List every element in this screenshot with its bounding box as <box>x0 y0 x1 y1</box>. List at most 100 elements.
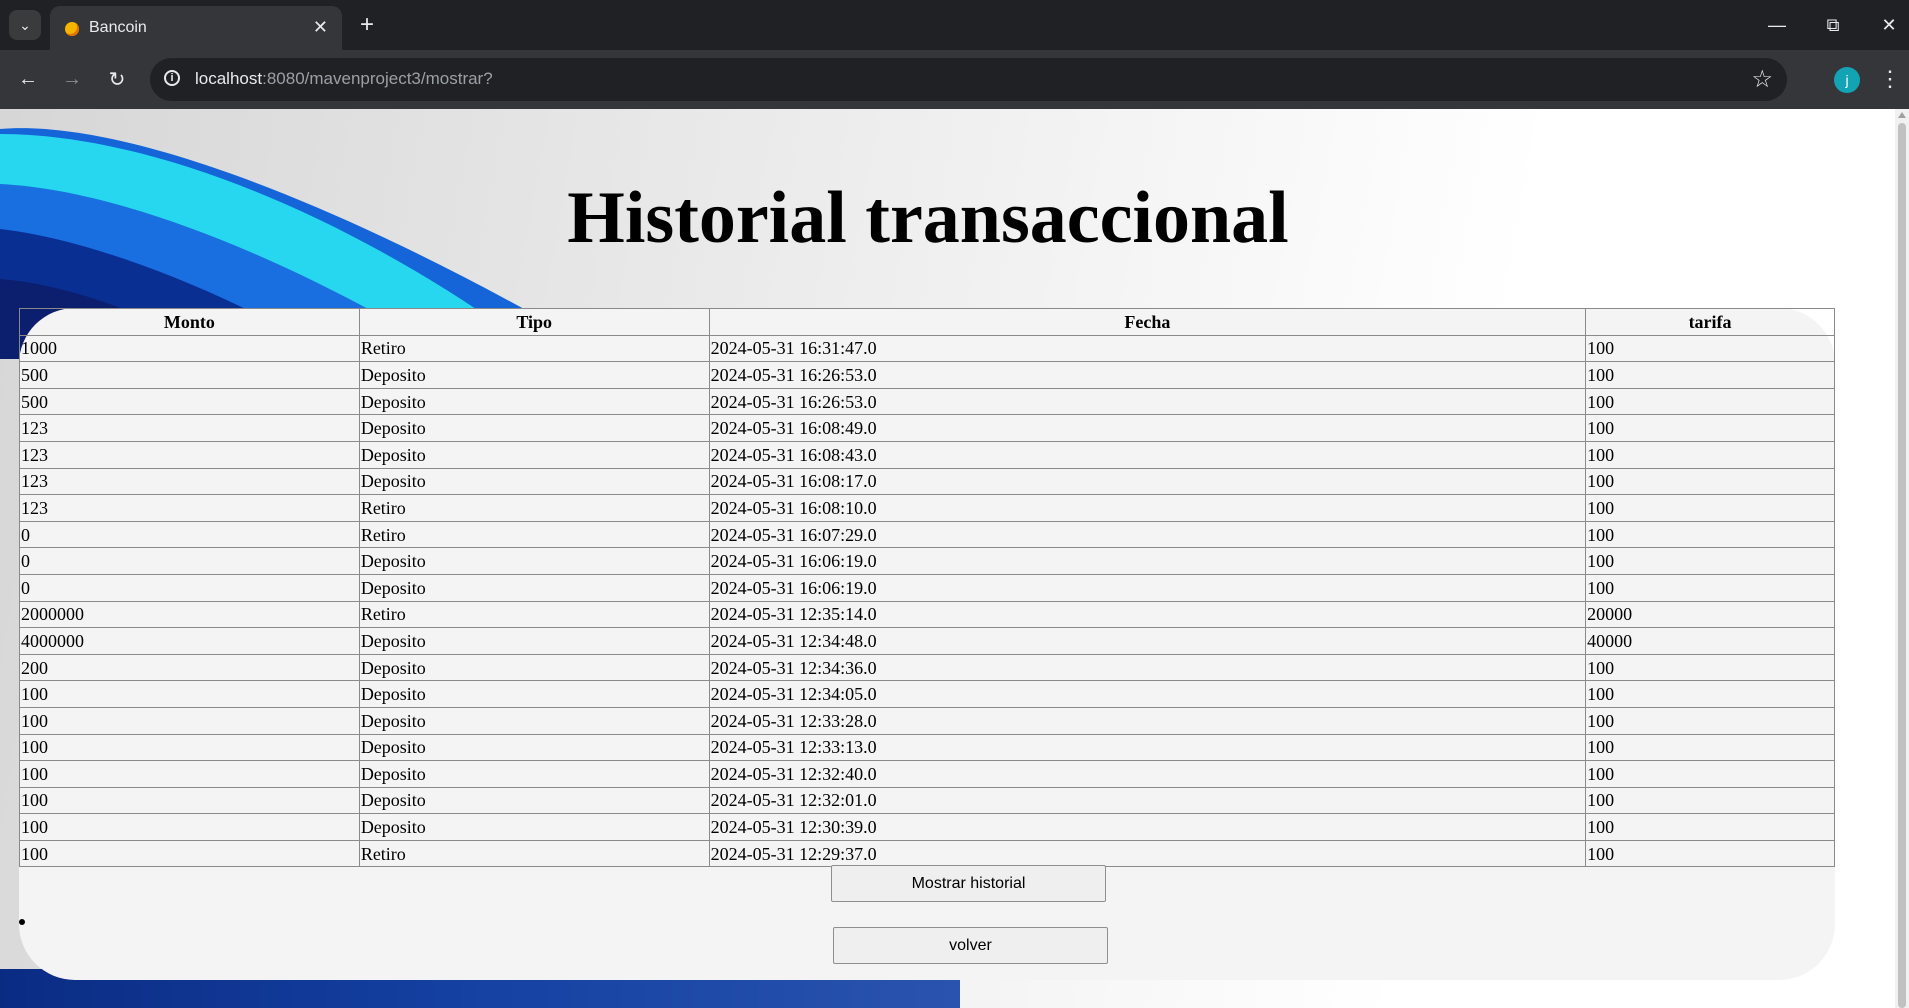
column-header-monto: Monto <box>19 308 360 336</box>
cell-tarifa: 100 <box>1585 653 1835 682</box>
cell-tarifa: 100 <box>1585 786 1835 815</box>
cell-tipo: Deposito <box>358 733 710 762</box>
cell-fecha: 2024-05-31 12:34:48.0 <box>708 627 1587 655</box>
scroll-up-arrow-icon[interactable] <box>1898 112 1906 118</box>
cell-fecha: 2024-05-31 16:31:47.0 <box>708 334 1587 363</box>
column-header-tipo: Tipo <box>358 308 710 336</box>
cell-monto: 4000000 <box>19 627 360 655</box>
cell-fecha: 2024-05-31 12:34:36.0 <box>708 653 1587 682</box>
cell-fecha: 2024-05-31 12:33:13.0 <box>708 733 1587 762</box>
url-text[interactable]: localhost:8080/mavenproject3/mostrar? <box>195 69 493 89</box>
cell-fecha: 2024-05-31 16:06:19.0 <box>708 573 1587 602</box>
cell-monto: 100 <box>19 839 360 868</box>
cell-tarifa: 20000 <box>1585 600 1835 629</box>
table-row: 100 Deposito 2024-05-31 12:34:05.0 100 <box>19 680 1835 708</box>
cell-tipo: Deposito <box>358 387 710 416</box>
table-row: 100 Deposito 2024-05-31 12:32:40.0 100 <box>19 760 1835 788</box>
site-info-icon[interactable]: i <box>164 70 180 86</box>
cell-monto: 123 <box>19 467 360 496</box>
cell-tipo: Deposito <box>358 361 710 389</box>
cell-fecha: 2024-05-31 16:08:17.0 <box>708 467 1587 496</box>
restore-window-icon[interactable]: ⧉ <box>1813 10 1853 40</box>
list-bullet <box>19 919 25 925</box>
page-viewport: Historial transaccional Monto Tipo Fecha… <box>0 109 1909 1008</box>
cell-tarifa: 100 <box>1585 706 1835 735</box>
cell-tarifa: 100 <box>1585 839 1835 868</box>
new-tab-plus-icon[interactable]: + <box>352 10 382 40</box>
cell-fecha: 2024-05-31 16:26:53.0 <box>708 361 1587 389</box>
coin-favicon-icon <box>65 22 79 36</box>
cell-tarifa: 40000 <box>1585 627 1835 655</box>
cell-monto: 100 <box>19 813 360 841</box>
cell-tipo: Deposito <box>358 547 710 575</box>
cell-fecha: 2024-05-31 12:29:37.0 <box>708 839 1587 868</box>
cell-monto: 1000 <box>19 334 360 363</box>
cell-fecha: 2024-05-31 16:26:53.0 <box>708 387 1587 416</box>
cell-fecha: 2024-05-31 16:08:43.0 <box>708 440 1587 469</box>
tab-close-icon[interactable]: ✕ <box>313 17 328 38</box>
cell-monto: 500 <box>19 361 360 389</box>
cell-tipo: Deposito <box>358 760 710 788</box>
table-row: 0 Deposito 2024-05-31 16:06:19.0 100 <box>19 573 1835 602</box>
page-title: Historial transaccional <box>567 177 1289 259</box>
cell-monto: 123 <box>19 414 360 442</box>
close-window-icon[interactable]: ✕ <box>1869 10 1909 40</box>
table-row: 123 Deposito 2024-05-31 16:08:49.0 100 <box>19 414 1835 442</box>
cell-tipo: Deposito <box>358 414 710 442</box>
table-row: 123 Deposito 2024-05-31 16:08:43.0 100 <box>19 440 1835 469</box>
cell-tarifa: 100 <box>1585 494 1835 522</box>
table-row: 100 Deposito 2024-05-31 12:32:01.0 100 <box>19 786 1835 815</box>
browser-menu-icon[interactable]: ⋮ <box>1879 64 1901 94</box>
cell-tipo: Deposito <box>358 813 710 841</box>
cell-monto: 100 <box>19 760 360 788</box>
browser-tab-bar: ⌄ Bancoin ✕ + — ⧉ ✕ <box>0 0 1909 50</box>
scrollbar-thumb[interactable] <box>1898 123 1906 1008</box>
show-history-button[interactable]: Mostrar historial <box>831 865 1106 902</box>
forward-arrow-icon[interactable]: → <box>57 64 87 94</box>
table-row: 0 Deposito 2024-05-31 16:06:19.0 100 <box>19 547 1835 575</box>
address-bar[interactable]: i localhost:8080/mavenproject3/mostrar? … <box>150 58 1787 101</box>
vertical-scrollbar[interactable] <box>1895 109 1909 1008</box>
table-row: 100 Deposito 2024-05-31 12:33:28.0 100 <box>19 706 1835 735</box>
back-button[interactable]: volver <box>833 927 1108 964</box>
reload-icon[interactable]: ↻ <box>102 64 132 94</box>
cell-fecha: 2024-05-31 16:08:49.0 <box>708 414 1587 442</box>
profile-avatar[interactable]: j <box>1834 67 1860 93</box>
cell-fecha: 2024-05-31 12:32:40.0 <box>708 760 1587 788</box>
cell-monto: 100 <box>19 680 360 708</box>
tab-search-chevron-icon[interactable]: ⌄ <box>9 10 41 40</box>
cell-fecha: 2024-05-31 12:35:14.0 <box>708 600 1587 629</box>
minimize-icon[interactable]: — <box>1757 10 1797 40</box>
cell-fecha: 2024-05-31 16:06:19.0 <box>708 547 1587 575</box>
cell-tipo: Retiro <box>358 494 710 522</box>
cell-monto: 100 <box>19 706 360 735</box>
cell-monto: 200 <box>19 653 360 682</box>
cell-tarifa: 100 <box>1585 760 1835 788</box>
cell-monto: 2000000 <box>19 600 360 629</box>
cell-tipo: Deposito <box>358 627 710 655</box>
cell-tarifa: 100 <box>1585 547 1835 575</box>
browser-toolbar: ← → ↻ i localhost:8080/mavenproject3/mos… <box>0 50 1909 109</box>
table-row: 100 Deposito 2024-05-31 12:33:13.0 100 <box>19 733 1835 762</box>
cell-monto: 0 <box>19 573 360 602</box>
table-row: 1000 Retiro 2024-05-31 16:31:47.0 100 <box>19 334 1835 363</box>
cell-tipo: Deposito <box>358 786 710 815</box>
cell-monto: 123 <box>19 440 360 469</box>
cell-tarifa: 100 <box>1585 414 1835 442</box>
cell-fecha: 2024-05-31 16:08:10.0 <box>708 494 1587 522</box>
cell-monto: 0 <box>19 520 360 549</box>
column-header-fecha: Fecha <box>708 308 1587 336</box>
cell-fecha: 2024-05-31 12:30:39.0 <box>708 813 1587 841</box>
cell-tipo: Deposito <box>358 573 710 602</box>
browser-tab[interactable]: Bancoin ✕ <box>50 6 342 50</box>
cell-tarifa: 100 <box>1585 440 1835 469</box>
cell-tarifa: 100 <box>1585 680 1835 708</box>
table-row: 0 Retiro 2024-05-31 16:07:29.0 100 <box>19 520 1835 549</box>
bookmark-star-icon[interactable]: ☆ <box>1751 65 1773 94</box>
cell-tipo: Retiro <box>358 839 710 868</box>
cell-tarifa: 100 <box>1585 361 1835 389</box>
cell-tipo: Retiro <box>358 600 710 629</box>
table-row: 500 Deposito 2024-05-31 16:26:53.0 100 <box>19 387 1835 416</box>
back-arrow-icon[interactable]: ← <box>13 64 43 94</box>
table-row: 123 Deposito 2024-05-31 16:08:17.0 100 <box>19 467 1835 496</box>
